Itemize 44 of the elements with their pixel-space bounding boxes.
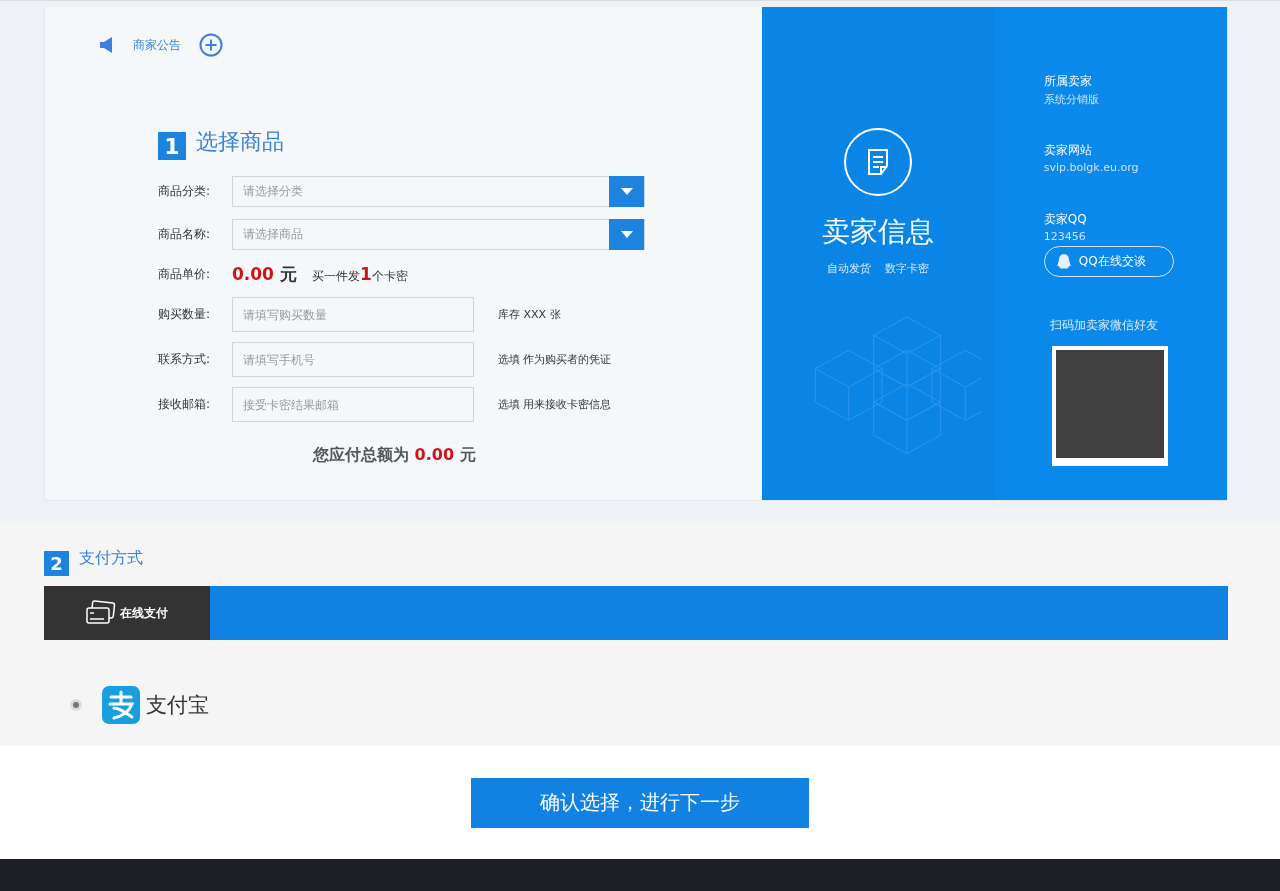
field-label: 接收邮箱: <box>158 396 212 413</box>
field-hint: 选填 作为购买者的凭证 <box>498 352 612 367</box>
input-field[interactable]: 接受卡密结果邮箱 <box>232 387 474 422</box>
payment-logo-icon <box>102 686 140 724</box>
info-label: 卖家网站 <box>1043 142 1093 159</box>
penguin-icon <box>1054 252 1073 271</box>
section-title: 选择商品 <box>196 128 284 156</box>
price-value: 0.00 元 <box>232 262 298 286</box>
input-field[interactable]: 请填写手机号 <box>232 342 474 377</box>
feature-tag: 自动发货 <box>827 261 872 276</box>
field-label: 商品单价: <box>158 265 212 283</box>
select-field[interactable]: 请选择分类 <box>232 176 645 207</box>
radio-button[interactable] <box>70 699 82 711</box>
payment-tab[interactable]: 在线支付 <box>44 586 210 640</box>
info-value: svip.bolgk.eu.org <box>1043 161 1140 174</box>
qr-caption: 扫码加卖家微信好友 <box>1049 317 1159 334</box>
caret-icon <box>620 231 633 238</box>
submit-button[interactable]: 确认选择，进行下一步 <box>471 777 809 828</box>
info-value: 系统分销版 <box>1043 92 1100 107</box>
field-hint: 库存 XXX 张 <box>498 307 561 322</box>
select-field[interactable]: 请选择商品 <box>232 219 645 250</box>
field-label: 商品名称: <box>158 226 212 243</box>
price-note: 买一件发1个卡密 <box>312 263 408 285</box>
caret-icon <box>620 188 633 195</box>
feature-tag: 数字卡密 <box>885 261 930 276</box>
document-icon <box>843 127 914 197</box>
info-value: 123456 <box>1043 230 1087 243</box>
field-label: 商品分类: <box>158 183 212 200</box>
notice-label[interactable]: 商家公告 <box>133 36 181 54</box>
section-title: 支付方式 <box>79 548 143 569</box>
plus-circle-icon[interactable] <box>199 33 223 57</box>
field-label: 联系方式: <box>158 351 212 368</box>
field-hint: 选填 用来接收卡密信息 <box>498 397 612 412</box>
field-label: 购买数量: <box>158 306 212 323</box>
payment-method-label[interactable]: 支付宝 <box>146 691 209 719</box>
credit-card-icon <box>86 600 116 626</box>
panel-title: 卖家信息 <box>822 214 935 250</box>
total-amount: 您应付总额为 0.00 元 <box>313 445 477 466</box>
step-number: 2 <box>44 551 69 576</box>
input-field[interactable]: 请填写购买数量 <box>232 297 474 332</box>
info-label: 所属卖家 <box>1043 73 1093 90</box>
speaker-icon <box>99 36 115 54</box>
step-number: 1 <box>158 132 186 160</box>
info-label: 卖家QQ <box>1043 211 1088 228</box>
